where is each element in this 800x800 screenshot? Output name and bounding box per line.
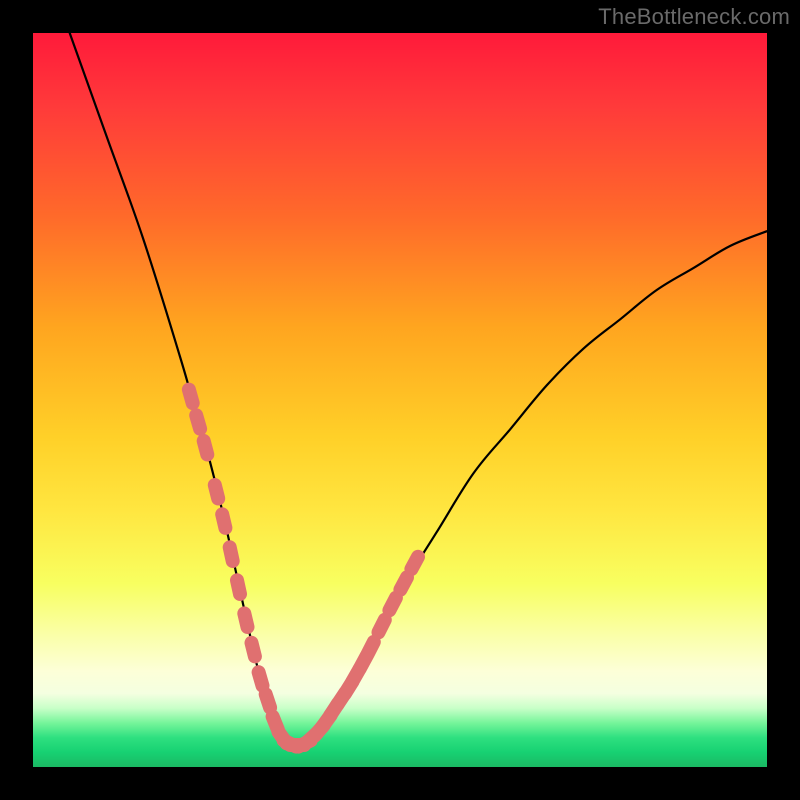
chart-frame: TheBottleneck.com — [0, 0, 800, 800]
marker-point — [252, 643, 255, 657]
curve-svg — [33, 33, 767, 767]
marker-point — [222, 514, 225, 528]
marker-point — [411, 557, 418, 569]
marker-point — [237, 580, 240, 594]
marker-point — [196, 415, 200, 429]
bottleneck-curve — [70, 33, 767, 746]
marker-point — [368, 642, 374, 654]
marker-point — [244, 613, 247, 627]
watermark-text: TheBottleneck.com — [598, 4, 790, 30]
marker-point — [230, 547, 233, 561]
marker-point — [400, 577, 407, 589]
marker-point — [204, 441, 208, 455]
marker-point — [379, 620, 385, 633]
marker-point — [266, 694, 270, 707]
marker-point — [215, 485, 218, 499]
marker-point — [259, 672, 263, 686]
plot-area — [33, 33, 767, 767]
highlight-markers — [189, 390, 418, 747]
marker-point — [189, 390, 193, 404]
marker-point — [389, 598, 396, 611]
